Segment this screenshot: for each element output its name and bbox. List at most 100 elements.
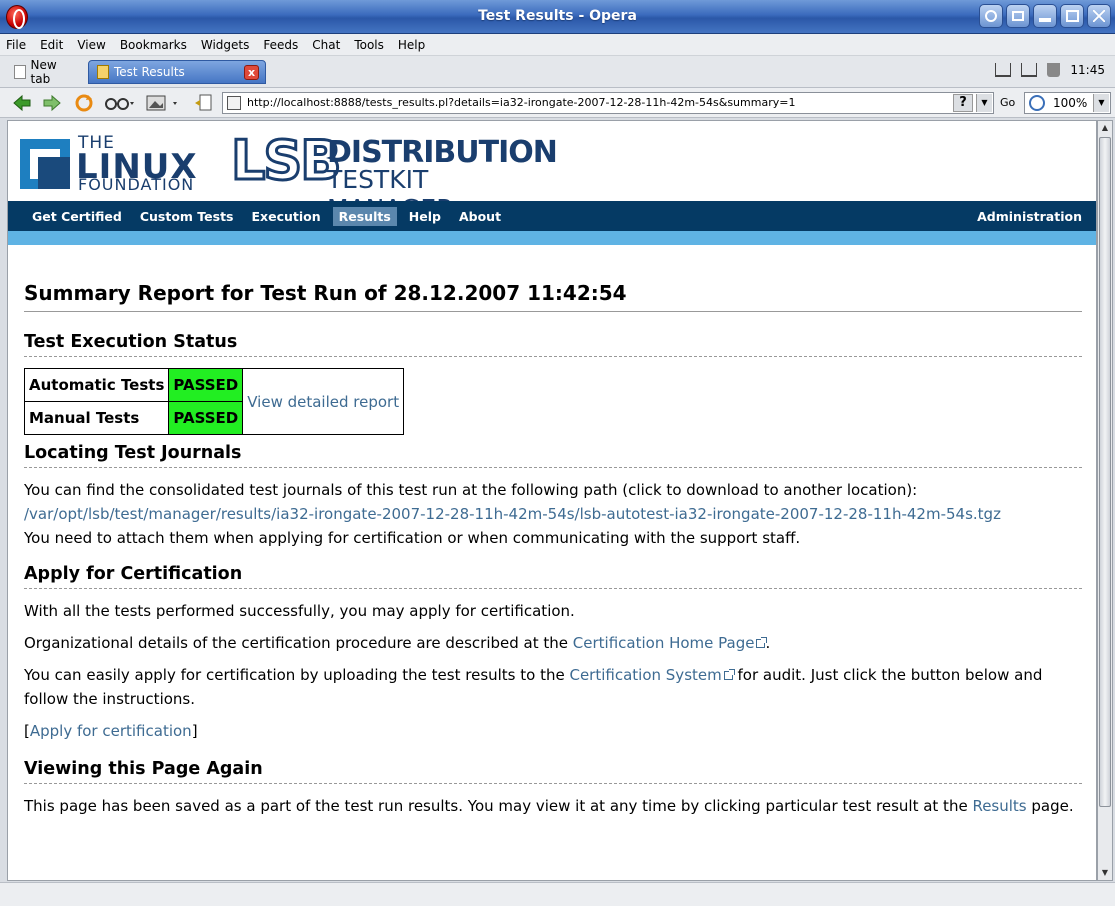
menu-feeds[interactable]: Feeds	[263, 38, 298, 52]
shade-icon	[1012, 11, 1024, 21]
shade-button[interactable]	[1006, 4, 1030, 28]
close-button[interactable]	[1087, 4, 1111, 28]
certification-p1: With all the tests performed successfull…	[24, 602, 575, 620]
scroll-down-icon[interactable]: ▼	[1098, 866, 1112, 880]
main-content: Summary Report for Test Run of 28.12.200…	[23, 245, 1082, 818]
nav-toolbar: http://localhost:8888/tests_results.pl?d…	[0, 88, 1115, 118]
results-page-link[interactable]: Results	[972, 797, 1026, 815]
certification-p2: Organizational details of the certificat…	[24, 631, 1082, 655]
address-dropdown-icon[interactable]: ▼	[976, 94, 992, 112]
menu-view[interactable]: View	[77, 38, 105, 52]
tab-close-icon[interactable]: x	[244, 65, 259, 80]
tab-label: Test Results	[114, 65, 185, 79]
menu-help[interactable]: Help	[398, 38, 425, 52]
nav-administration[interactable]: Administration	[971, 207, 1088, 226]
menu-edit[interactable]: Edit	[40, 38, 63, 52]
page-scales-icon	[227, 96, 241, 110]
certification-system-link[interactable]: Certification System	[569, 666, 721, 684]
journals-body: You can find the consolidated test journ…	[24, 478, 1082, 550]
close-icon	[1093, 10, 1105, 22]
site-info-button[interactable]: ?	[953, 94, 973, 112]
window-title: Test Results - Opera	[478, 8, 637, 24]
menu-bar: File Edit View Bookmarks Widgets Feeds C…	[0, 34, 1115, 56]
circle-icon	[985, 10, 997, 22]
page-viewport: THE LINUX FOUNDATION LSB DISTRIBUTION TE…	[7, 120, 1097, 881]
zoom-control[interactable]: 100% ▼	[1024, 92, 1111, 114]
vertical-scrollbar[interactable]: ▲ ▼	[1097, 120, 1113, 881]
scales-icon-2[interactable]	[1021, 63, 1038, 77]
tab-bar: New tab Test Results x 11:45	[0, 56, 1115, 88]
page-favicon-icon	[97, 65, 109, 79]
journals-note: You need to attach them when applying fo…	[24, 529, 801, 547]
menu-bookmarks[interactable]: Bookmarks	[120, 38, 187, 52]
nav-results[interactable]: Results	[332, 206, 397, 226]
trash-icon[interactable]	[1047, 63, 1061, 77]
address-bar[interactable]: http://localhost:8888/tests_results.pl?d…	[222, 92, 994, 114]
section-viewing-heading: Viewing this Page Again	[24, 759, 1082, 784]
certification-p3: You can easily apply for certification b…	[24, 663, 1082, 711]
menu-chat[interactable]: Chat	[312, 38, 340, 52]
window-controls	[979, 4, 1111, 28]
view-detailed-report-link[interactable]: View detailed report	[247, 393, 399, 411]
zoom-value: 100%	[1053, 96, 1088, 110]
external-link-icon	[723, 669, 735, 680]
nav-about[interactable]: About	[453, 207, 507, 226]
window-menu-button[interactable]	[979, 4, 1003, 28]
menu-file[interactable]: File	[6, 38, 26, 52]
go-button[interactable]: Go	[1000, 96, 1015, 109]
linux-foundation-logo-icon	[20, 139, 70, 189]
section-status-heading: Test Execution Status	[24, 332, 1082, 357]
clock: 11:45	[1070, 63, 1105, 77]
image-toggle-icon[interactable]	[146, 93, 182, 113]
nav-help[interactable]: Help	[403, 207, 447, 226]
new-tab-label: New tab	[30, 58, 57, 86]
scroll-up-icon[interactable]: ▲	[1098, 121, 1112, 135]
page-title: Summary Report for Test Run of 28.12.200…	[24, 281, 1082, 312]
viewing-body: This page has been saved as a part of th…	[24, 794, 1082, 818]
menu-widgets[interactable]: Widgets	[201, 38, 250, 52]
zoom-dropdown-icon[interactable]: ▼	[1093, 94, 1109, 112]
linux-foundation-logo[interactable]: THE LINUX FOUNDATION	[20, 133, 210, 194]
menu-tools[interactable]: Tools	[354, 38, 384, 52]
logo-foundation: FOUNDATION	[78, 175, 195, 194]
journal-path-link[interactable]: /var/opt/lsb/test/manager/results/ia32-i…	[24, 505, 1001, 523]
nav-custom-tests[interactable]: Custom Tests	[134, 207, 240, 226]
automatic-tests-label: Automatic Tests	[23, 368, 170, 402]
automatic-tests-status-badge: PASSED	[168, 368, 244, 402]
viewing-text: This page has been saved as a part of th…	[24, 794, 1082, 818]
tray: 11:45	[995, 63, 1105, 77]
new-tab-button[interactable]: New tab	[6, 58, 86, 86]
scales-icon[interactable]	[995, 63, 1012, 77]
maximize-button[interactable]	[1060, 4, 1084, 28]
journals-intro: You can find the consolidated test journ…	[24, 481, 918, 499]
table-row: Automatic Tests PASSED View detailed rep…	[23, 368, 405, 435]
certification-p3-text: You can easily apply for certification b…	[24, 666, 570, 684]
certification-p2-text: Organizational details of the certificat…	[24, 634, 573, 652]
nav-get-certified[interactable]: Get Certified	[26, 207, 128, 226]
site-header: THE LINUX FOUNDATION LSB DISTRIBUTION TE…	[8, 121, 1096, 223]
apply-line: [Apply for certification]	[24, 719, 1082, 743]
back-icon[interactable]	[12, 93, 32, 113]
reload-icon[interactable]	[74, 93, 94, 113]
view-glasses-icon[interactable]	[104, 93, 134, 113]
page-panel-icon[interactable]	[194, 93, 214, 113]
manual-tests-status-badge: PASSED	[168, 401, 244, 435]
nav-execution[interactable]: Execution	[246, 207, 327, 226]
forward-icon[interactable]	[42, 93, 62, 113]
detailed-report-cell: View detailed report	[242, 368, 405, 435]
scroll-thumb[interactable]	[1099, 137, 1111, 807]
address-url: http://localhost:8888/tests_results.pl?d…	[247, 96, 796, 109]
certification-home-page-link[interactable]: Certification Home Page	[573, 634, 755, 652]
maximize-icon	[1065, 10, 1079, 22]
viewing-text-after: page.	[1026, 797, 1074, 815]
title-bar: Test Results - Opera	[0, 0, 1115, 34]
tab-test-results[interactable]: Test Results x	[88, 60, 266, 84]
status-bar	[0, 882, 1115, 906]
nav-stripe	[8, 231, 1096, 245]
main-nav: Get Certified Custom Tests Execution Res…	[8, 201, 1096, 231]
minimize-icon	[1039, 18, 1051, 22]
viewing-text-before: This page has been saved as a part of th…	[24, 797, 973, 815]
apply-for-certification-link[interactable]: Apply for certification	[30, 722, 192, 740]
section-certification-heading: Apply for Certification	[24, 564, 1082, 589]
minimize-button[interactable]	[1033, 4, 1057, 28]
